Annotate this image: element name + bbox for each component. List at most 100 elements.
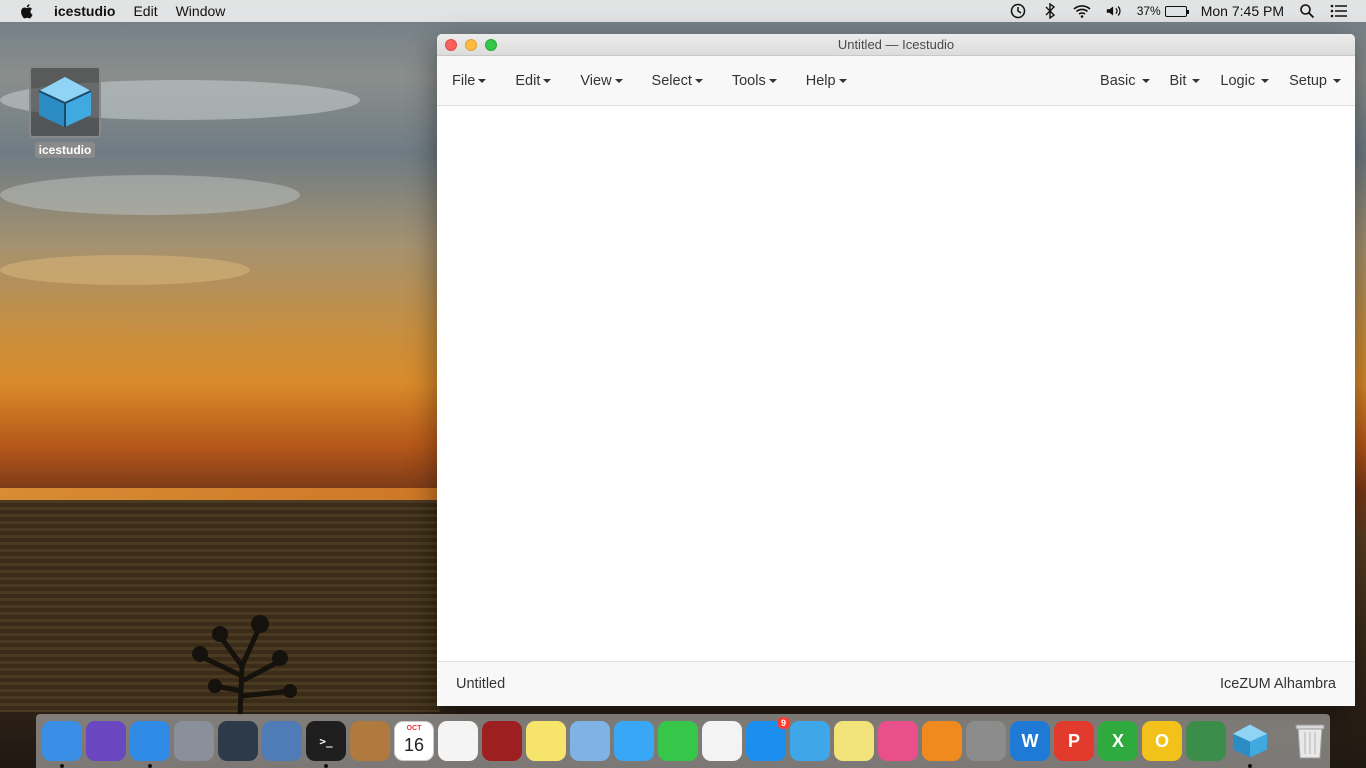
menu-bar: icestudio Edit Window 37% Mon 7:45 PM [0, 0, 1366, 22]
dock-preview-icon[interactable] [570, 721, 610, 761]
dock-contacts-icon[interactable] [350, 721, 390, 761]
battery-status[interactable]: 37% [1136, 4, 1189, 18]
dock-image-capture-icon[interactable] [218, 721, 258, 761]
menu-view-label: View [580, 72, 612, 89]
plant-silhouette [192, 615, 297, 716]
dock-app-store-icon[interactable]: 9 [746, 717, 790, 761]
status-footer: Untitled IceZUM Alhambra [437, 661, 1355, 706]
dock-notes-icon[interactable] [526, 721, 566, 761]
menu-tools[interactable]: Tools [732, 73, 792, 89]
dock-glyph: >_ [319, 734, 333, 748]
icestudio-glyph [1232, 724, 1268, 758]
dock-glyph: P [1067, 730, 1080, 751]
wifi-icon[interactable] [1073, 2, 1091, 20]
menu-app-name[interactable]: icestudio [54, 3, 115, 19]
dock-siri-icon[interactable] [86, 721, 126, 761]
dock-terminal-icon[interactable]: >_ [306, 721, 346, 768]
design-canvas[interactable] [437, 106, 1355, 661]
footer-project-name: Untitled [456, 676, 506, 692]
dock-itunes-icon[interactable] [878, 721, 918, 761]
battery-icon [1164, 5, 1189, 17]
menu-basic-label: Basic [1100, 72, 1136, 89]
menu-logic-label: Logic [1220, 72, 1256, 89]
caret-down-icon [1261, 78, 1270, 83]
notification-center-icon[interactable] [1330, 2, 1348, 20]
caret-down-icon [768, 78, 777, 83]
caret-down-icon [614, 78, 623, 83]
caret-down-icon [1141, 78, 1150, 83]
menu-setup-label: Setup [1289, 72, 1327, 89]
menu-logic[interactable]: Logic [1200, 72, 1270, 89]
icestudio-logo-icon [29, 66, 101, 138]
minimize-button[interactable] [465, 38, 477, 51]
caret-down-icon [543, 78, 552, 83]
caret-down-icon [694, 78, 703, 83]
dock-glyph: X [1111, 730, 1124, 751]
app-store-badge: 9 [776, 717, 790, 729]
dock-wps-spreadsheet-icon[interactable]: X [1098, 721, 1138, 761]
trash-glyph [1295, 724, 1325, 759]
dock-icestudio-icon[interactable] [1230, 721, 1270, 768]
calendar-month: OCT [406, 725, 422, 732]
menu-tools-label: Tools [731, 72, 766, 89]
dock-glyph: W [1021, 730, 1039, 751]
zoom-button[interactable] [485, 38, 497, 51]
app-menu-toolbar: File Edit View Select Tools Help Basic B… [437, 56, 1355, 106]
dock-wps-presentation-icon[interactable]: P [1054, 721, 1094, 761]
dock-messages-icon[interactable] [614, 721, 654, 761]
dock-finder-icon[interactable] [42, 721, 82, 768]
menu-window[interactable]: Window [176, 3, 226, 19]
dock-facetime-icon[interactable] [658, 721, 698, 761]
menu-help-label: Help [805, 72, 836, 89]
caret-down-icon [1333, 78, 1341, 83]
close-button[interactable] [445, 38, 457, 51]
dock-network-utility-icon[interactable] [1186, 721, 1226, 761]
dock-photo-booth-icon[interactable] [482, 721, 522, 761]
volume-icon[interactable] [1105, 2, 1123, 20]
dock-stickies-icon[interactable] [834, 721, 874, 761]
menu-select-label: Select [651, 72, 692, 89]
menu-file[interactable]: File [452, 73, 501, 89]
menu-setup[interactable]: Setup [1269, 73, 1341, 89]
dock-game-app-icon[interactable] [790, 721, 830, 761]
bluetooth-icon[interactable] [1041, 2, 1059, 20]
menu-edit-label: Edit [515, 72, 541, 89]
dock-safari-icon[interactable] [130, 721, 170, 768]
dock-system-preferences-icon[interactable] [966, 721, 1006, 761]
dock-wps-writer-icon[interactable]: W [1010, 721, 1050, 761]
menu-file-label: File [452, 72, 476, 89]
window-title: Untitled — Icestudio [837, 37, 955, 52]
menu-bit[interactable]: Bit [1150, 73, 1201, 89]
caret-down-icon [1192, 78, 1201, 83]
desktop-icon-icestudio[interactable]: icestudio [29, 66, 101, 158]
menu-basic[interactable]: Basic [1080, 72, 1150, 89]
spotlight-search-icon[interactable] [1298, 2, 1316, 20]
time-machine-icon[interactable] [1009, 2, 1027, 20]
apple-icon[interactable] [18, 2, 36, 20]
status-area: 37% Mon 7:45 PM [1009, 2, 1366, 20]
window-titlebar[interactable]: Untitled — Icestudio [437, 34, 1355, 56]
app-window: Untitled — Icestudio File Edit View Sele… [437, 34, 1355, 706]
footer-board-name[interactable]: IceZUM Alhambra [1220, 676, 1336, 692]
caret-down-icon [478, 78, 487, 83]
desktop-icon-label: icestudio [34, 142, 96, 158]
clock[interactable]: Mon 7:45 PM [1201, 3, 1284, 19]
dock-photos-icon[interactable] [702, 721, 742, 761]
battery-percent: 37% [1136, 4, 1161, 18]
dock-office-o-icon[interactable]: O [1142, 721, 1182, 761]
traffic-lights [445, 38, 497, 51]
menu-select[interactable]: Select [652, 73, 718, 89]
dock-mail-stamp-icon[interactable] [262, 721, 302, 761]
menu-help[interactable]: Help [806, 73, 862, 89]
menu-edit-app[interactable]: Edit [515, 73, 566, 89]
menu-bit-label: Bit [1169, 72, 1187, 89]
menu-edit[interactable]: Edit [133, 3, 157, 19]
dock-calendar-icon[interactable]: OCT 16 [394, 721, 434, 761]
calendar-day: 16 [403, 734, 425, 755]
caret-down-icon [838, 78, 847, 83]
dock-ibooks-icon[interactable] [922, 721, 962, 761]
dock-trash-icon[interactable] [1290, 721, 1330, 761]
dock-reminders-icon[interactable] [438, 721, 478, 761]
dock-launchpad-icon[interactable] [174, 721, 214, 761]
menu-view[interactable]: View [580, 73, 637, 89]
